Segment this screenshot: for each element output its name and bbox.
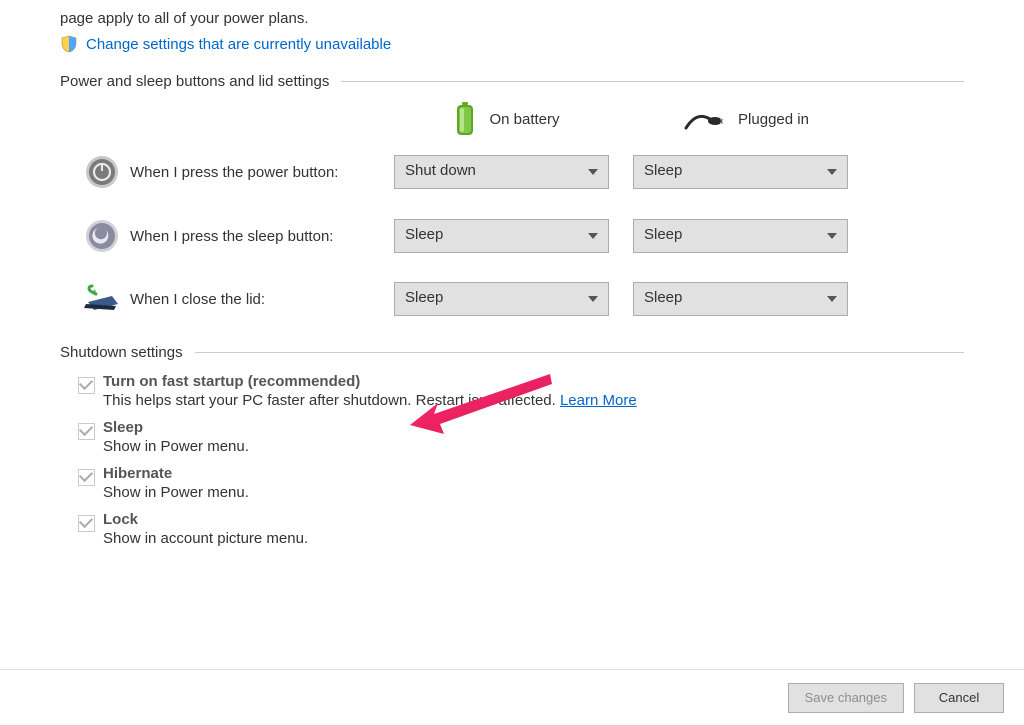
change-settings-link[interactable]: Change settings that are currently unava…: [86, 36, 391, 53]
chevron-down-icon: [827, 296, 837, 302]
close-lid-plugged-select[interactable]: Sleep: [633, 282, 848, 316]
row-close-lid: When I close the lid: Sleep Sleep: [60, 282, 964, 316]
fast-startup-option: Turn on fast startup (recommended) This …: [78, 373, 964, 409]
section-buttons-title: Power and sleep buttons and lid settings: [60, 73, 341, 90]
power-button-battery-select[interactable]: Shut down: [394, 155, 609, 189]
laptop-lid-icon: [80, 284, 124, 314]
lock-desc: Show in account picture menu.: [103, 530, 308, 547]
sleep-option: Sleep Show in Power menu.: [78, 419, 964, 455]
hibernate-label: Hibernate: [103, 465, 249, 482]
chevron-down-icon: [588, 169, 598, 175]
power-button-plugged-select[interactable]: Sleep: [633, 155, 848, 189]
column-plugged-in: Plugged in: [639, 108, 854, 130]
shield-icon: [60, 35, 78, 53]
row-power-button-label: When I press the power button:: [124, 164, 394, 181]
close-lid-battery-select[interactable]: Sleep: [394, 282, 609, 316]
lock-label: Lock: [103, 511, 308, 528]
sleep-desc: Show in Power menu.: [103, 438, 249, 455]
hibernate-option: Hibernate Show in Power menu.: [78, 465, 964, 501]
fast-startup-checkbox[interactable]: [78, 377, 95, 394]
cancel-button[interactable]: Cancel: [914, 683, 1004, 713]
intro-text: page apply to all of your power plans.: [60, 10, 964, 27]
battery-icon: [455, 102, 475, 136]
sleep-button-battery-select[interactable]: Sleep: [394, 219, 609, 253]
hibernate-desc: Show in Power menu.: [103, 484, 249, 501]
lock-option: Lock Show in account picture menu.: [78, 511, 964, 547]
learn-more-link[interactable]: Learn More: [560, 392, 637, 409]
row-power-button: When I press the power button: Shut down…: [60, 154, 964, 190]
save-changes-button[interactable]: Save changes: [788, 683, 904, 713]
chevron-down-icon: [588, 296, 598, 302]
column-on-battery-label: On battery: [489, 111, 559, 128]
chevron-down-icon: [827, 233, 837, 239]
column-on-battery: On battery: [400, 102, 615, 136]
chevron-down-icon: [588, 233, 598, 239]
section-buttons-header: Power and sleep buttons and lid settings: [60, 73, 964, 90]
power-button-icon: [80, 154, 124, 190]
column-plugged-in-label: Plugged in: [738, 111, 809, 128]
lock-checkbox[interactable]: [78, 515, 95, 532]
row-close-lid-label: When I close the lid:: [124, 291, 394, 308]
section-shutdown-title: Shutdown settings: [60, 344, 195, 361]
fast-startup-label: Turn on fast startup (recommended): [103, 373, 637, 390]
row-sleep-button: When I press the sleep button: Sleep Sle…: [60, 218, 964, 254]
sleep-checkbox[interactable]: [78, 423, 95, 440]
fast-startup-desc: This helps start your PC faster after sh…: [103, 392, 637, 409]
chevron-down-icon: [827, 169, 837, 175]
footer-bar: Save changes Cancel: [0, 669, 1024, 725]
section-shutdown-header: Shutdown settings: [60, 344, 964, 361]
hibernate-checkbox[interactable]: [78, 469, 95, 486]
sleep-button-plugged-select[interactable]: Sleep: [633, 219, 848, 253]
sleep-label: Sleep: [103, 419, 249, 436]
row-sleep-button-label: When I press the sleep button:: [124, 228, 394, 245]
plug-icon: [684, 108, 724, 130]
sleep-button-icon: [80, 218, 124, 254]
